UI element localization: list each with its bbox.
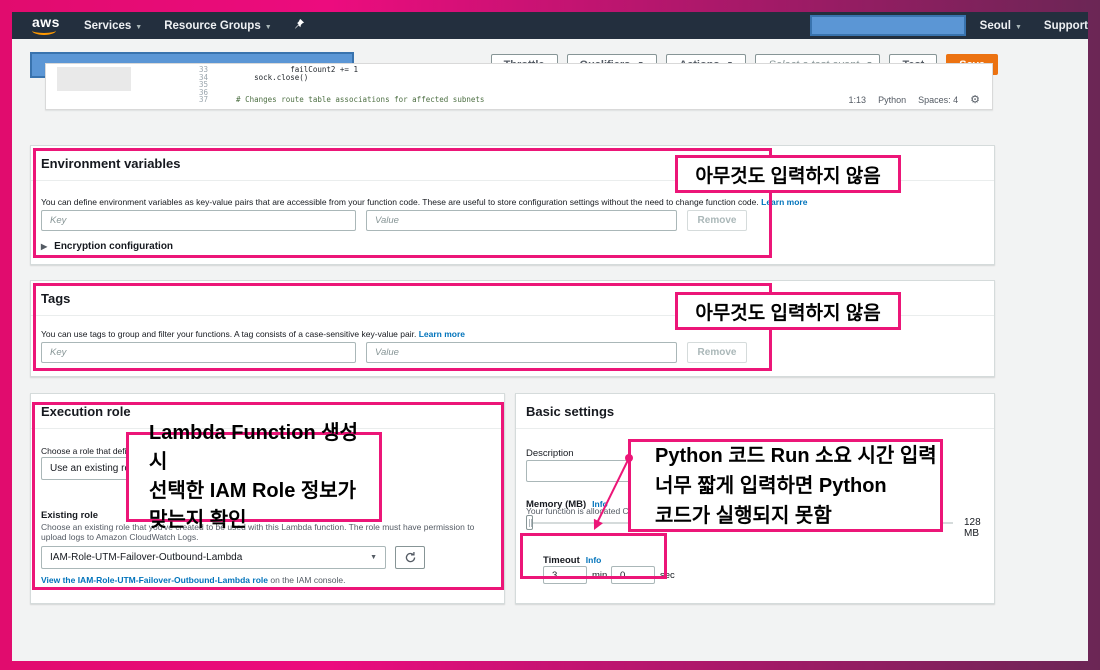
learn-more-link[interactable]: Learn more: [761, 197, 807, 207]
account-name-redaction: [810, 15, 966, 36]
code-lines[interactable]: 33 failCount2 += 1 34 sock.close() 35 36…: [186, 66, 484, 104]
view-role-link[interactable]: View the IAM-Role-UTM-Failover-Outbound-…: [41, 575, 268, 585]
nav-region-menu[interactable]: Seoul▼: [980, 20, 1022, 32]
memory-value: 128 MB: [964, 517, 994, 539]
min-unit-label: min: [592, 570, 607, 581]
role-hint: Choose a role that defi: [41, 446, 127, 456]
memory-hint: Your function is allocated CPU: [526, 506, 641, 516]
description-label: Description: [526, 448, 574, 459]
timeout-info-link[interactable]: Info: [586, 555, 602, 565]
nav-support-menu[interactable]: Support: [1044, 20, 1088, 32]
env-annotation: 아무것도 입력하지 않음: [675, 155, 901, 193]
tags-remove-button[interactable]: Remove: [687, 342, 747, 363]
section-title: Execution role: [31, 394, 504, 419]
aws-logo[interactable]: aws: [32, 17, 60, 35]
view-role-link-line: View the IAM-Role-UTM-Failover-Outbound-…: [41, 575, 346, 585]
section-title: Basic settings: [516, 394, 994, 419]
tags-key-input[interactable]: [41, 342, 356, 363]
encryption-configuration-expander[interactable]: ▶ Encryption configuration: [41, 241, 173, 252]
triangle-right-icon: ▶: [41, 242, 47, 251]
timeout-min-input[interactable]: [543, 566, 587, 584]
screenshot-frame: aws Services▼ Resource Groups▼ Seoul▼: [0, 0, 1100, 670]
cursor-position: 1:13: [849, 95, 867, 105]
env-key-input[interactable]: [41, 210, 356, 231]
pushpin-icon: [294, 18, 305, 30]
tags-annotation: 아무것도 입력하지 않음: [675, 292, 901, 330]
memory-slider-handle[interactable]: [526, 515, 533, 530]
editor-status-bar: 1:13 Python Spaces: 4 ⚙: [849, 93, 980, 106]
code-line: 37 # Changes route table associations fo…: [186, 96, 484, 104]
env-remove-button[interactable]: Remove: [687, 210, 747, 231]
role-annotation: Lambda Function 생성 시 선택한 IAM Role 정보가 맞는…: [126, 432, 382, 522]
editor-file-panel[interactable]: [57, 67, 131, 91]
divider: [516, 428, 994, 429]
sec-unit-label: sec: [660, 570, 675, 581]
aws-console-page: aws Services▼ Resource Groups▼ Seoul▼: [12, 12, 1088, 661]
editor-spaces: Spaces: 4: [918, 95, 958, 105]
chevron-down-icon: ▼: [135, 24, 142, 31]
refresh-icon: [404, 551, 417, 564]
chevron-down-icon: ▼: [265, 24, 272, 31]
pin-shortcut-button[interactable]: [294, 18, 305, 33]
env-value-input[interactable]: [366, 210, 677, 231]
aws-logo-text: aws: [32, 14, 60, 30]
chevron-down-icon: ▼: [1015, 24, 1022, 31]
chevron-down-icon: ▼: [370, 554, 377, 561]
gear-icon[interactable]: ⚙: [970, 93, 980, 106]
aws-navbar: aws Services▼ Resource Groups▼ Seoul▼: [12, 12, 1088, 39]
existing-role-select[interactable]: IAM-Role-UTM-Failover-Outbound-Lambda ▼: [41, 546, 386, 569]
env-description: You can define environment variables as …: [41, 197, 841, 207]
editor-language: Python: [878, 95, 906, 105]
code-editor[interactable]: 33 failCount2 += 1 34 sock.close() 35 36…: [45, 63, 993, 110]
refresh-roles-button[interactable]: [395, 546, 425, 569]
timeout-sec-input[interactable]: [611, 566, 655, 584]
timeout-annotation: Python 코드 Run 소요 시간 입력 너무 짧게 입력하면 Python…: [628, 439, 943, 532]
nav-services-menu[interactable]: Services▼: [84, 20, 142, 32]
tags-value-input[interactable]: [366, 342, 677, 363]
tags-description: You can use tags to group and filter you…: [41, 329, 841, 339]
code-line: 35: [186, 81, 484, 89]
existing-role-label: Existing role: [41, 510, 98, 521]
nav-resource-groups-menu[interactable]: Resource Groups▼: [164, 20, 271, 32]
learn-more-link[interactable]: Learn more: [419, 329, 465, 339]
code-line: 34 sock.close(): [186, 74, 484, 82]
timeout-label: Timeout: [543, 555, 580, 566]
